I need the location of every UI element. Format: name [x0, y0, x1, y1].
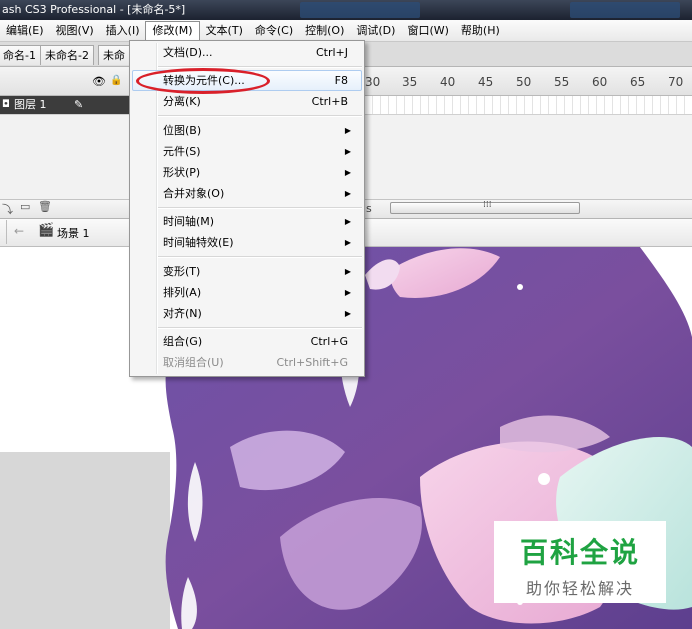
title-bar: ash CS3 Professional - [未命名-5*] [0, 0, 692, 20]
ruler-tick: 40 [440, 75, 456, 89]
doc-tab[interactable]: 未命名-2 [40, 45, 94, 65]
ruler-tick: 55 [554, 75, 570, 89]
pencil-icon: ✎ [74, 98, 84, 111]
back-arrow-icon[interactable]: ← [14, 224, 24, 238]
menu-separator [158, 115, 362, 117]
add-layer-icon[interactable]: ⤵ [2, 201, 13, 217]
submenu-arrow-icon: ▶ [344, 238, 351, 247]
submenu-arrow-icon: ▶ [344, 309, 351, 318]
submenu-arrow-icon: ▶ [344, 147, 351, 156]
ruler-tick: 35 [402, 75, 418, 89]
submenu-arrow-icon: ▶ [344, 217, 351, 226]
watermark: 百科全说 助你轻松解决 [494, 521, 666, 603]
menu-control[interactable]: 控制(O) [299, 21, 350, 40]
menu-insert[interactable]: 插入(I) [100, 21, 146, 40]
submenu-arrow-icon: ▶ [344, 126, 351, 135]
blurred-region [570, 2, 680, 18]
menu-separator [158, 256, 362, 258]
scene-breadcrumb[interactable]: 场景 1 [57, 225, 90, 241]
eye-icon[interactable]: 👁 [92, 75, 106, 88]
menu-help[interactable]: 帮助(H) [455, 21, 506, 40]
ruler-tick: 70 [668, 75, 684, 89]
doc-tab[interactable]: 未命名 [98, 45, 132, 65]
ruler-tick: 65 [630, 75, 646, 89]
annotation-ellipse [136, 68, 270, 94]
menu-separator [158, 327, 362, 329]
timeline-hscrollbar[interactable]: ⁞⁞⁞ [390, 200, 580, 214]
menu-item-arrange[interactable]: 排列(A) ▶ [132, 282, 362, 303]
menu-item-group[interactable]: 组合(G) Ctrl+G [132, 331, 362, 352]
menu-item-shape[interactable]: 形状(P) ▶ [132, 162, 362, 183]
menu-commands[interactable]: 命令(C) [249, 21, 299, 40]
blurred-region [300, 2, 420, 18]
watermark-title: 百科全说 [519, 536, 640, 569]
ruler-tick: 60 [592, 75, 608, 89]
menu-item-timeline[interactable]: 时间轴(M) ▶ [132, 211, 362, 232]
menu-item-symbol[interactable]: 元件(S) ▶ [132, 141, 362, 162]
layer-icon: ◘ [2, 99, 10, 110]
submenu-arrow-icon: ▶ [344, 189, 351, 198]
folder-icon[interactable]: ▭ [20, 200, 30, 213]
watermark-subtitle: 助你轻松解决 [525, 579, 634, 598]
ruler-tick: 50 [516, 75, 532, 89]
menu-item-combine-objects[interactable]: 合并对象(O) ▶ [132, 183, 362, 204]
menu-item-ungroup: 取消组合(U) Ctrl+Shift+G [163, 356, 348, 369]
ruler-tick: 45 [478, 75, 494, 89]
submenu-arrow-icon: ▶ [344, 288, 351, 297]
fps-label: s [366, 202, 372, 215]
menu-separator [158, 207, 362, 209]
submenu-arrow-icon: ▶ [344, 267, 351, 276]
scene-icon: 🎬 [38, 223, 55, 238]
layer-name: 图层 1 [14, 98, 47, 111]
menu-item-transform[interactable]: 变形(T) ▶ [132, 261, 362, 282]
menu-window[interactable]: 窗口(W) [401, 21, 454, 40]
menu-item-break-apart[interactable]: 分离(K) Ctrl+B [132, 91, 362, 112]
lock-icon[interactable]: 🔒 [110, 75, 122, 86]
menu-view[interactable]: 视图(V) [50, 21, 100, 40]
menu-text[interactable]: 文本(T) [200, 21, 249, 40]
menu-item-align[interactable]: 对齐(N) ▶ [132, 303, 362, 324]
divider [6, 220, 7, 244]
menu-edit[interactable]: 编辑(E) [0, 21, 50, 40]
menu-bar: 编辑(E) 视图(V) 插入(I) 修改(M) 文本(T) 命令(C) 控制(O… [0, 20, 692, 42]
submenu-arrow-icon: ▶ [344, 168, 351, 177]
menu-modify[interactable]: 修改(M) [145, 21, 200, 40]
scroll-grip-icon: ⁞⁞⁞ [483, 200, 492, 210]
ruler-tick: 30 [365, 75, 381, 89]
doc-tab[interactable]: 命名-1 [0, 45, 41, 65]
menu-debug[interactable]: 调试(D) [350, 21, 401, 40]
trash-icon[interactable]: 🗑 [38, 200, 52, 213]
frame-cells[interactable] [365, 96, 692, 114]
menu-item-bitmap[interactable]: 位图(B) ▶ [132, 120, 362, 141]
menu-item-document[interactable]: 文档(D)... Ctrl+J [132, 42, 362, 63]
window-title: ash CS3 Professional - [未命名-5*] [2, 3, 186, 16]
menu-item-timeline-effects[interactable]: 时间轴特效(E) ▶ [132, 232, 362, 253]
